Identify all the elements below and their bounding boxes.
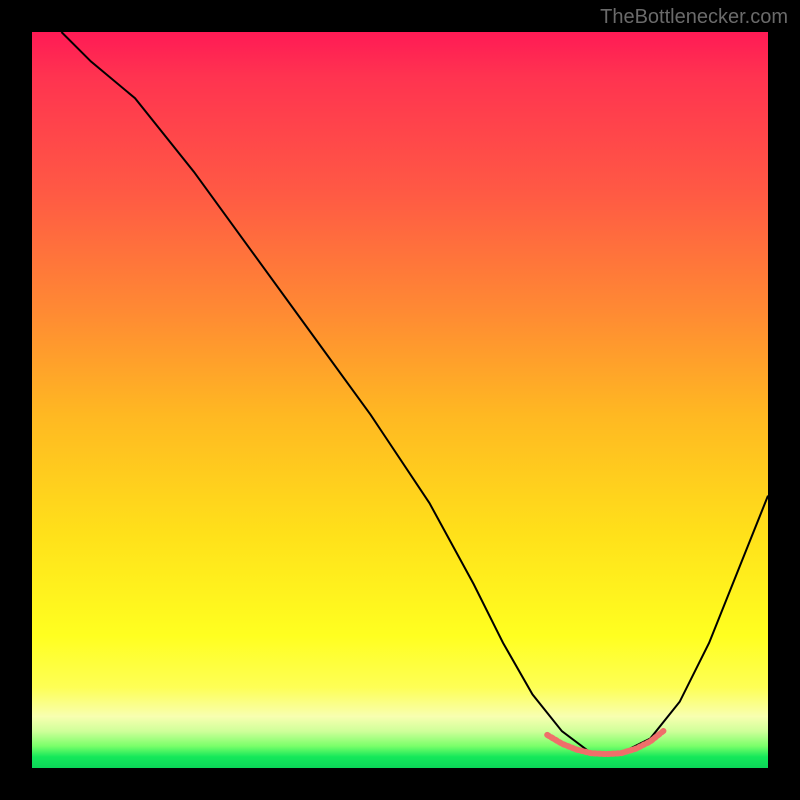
- chart-svg: [32, 32, 768, 768]
- main-curve-path: [61, 32, 768, 753]
- watermark-text: TheBottlenecker.com: [600, 6, 788, 29]
- chart-plot-area: [32, 32, 768, 768]
- highlight-curve-path: [547, 730, 665, 754]
